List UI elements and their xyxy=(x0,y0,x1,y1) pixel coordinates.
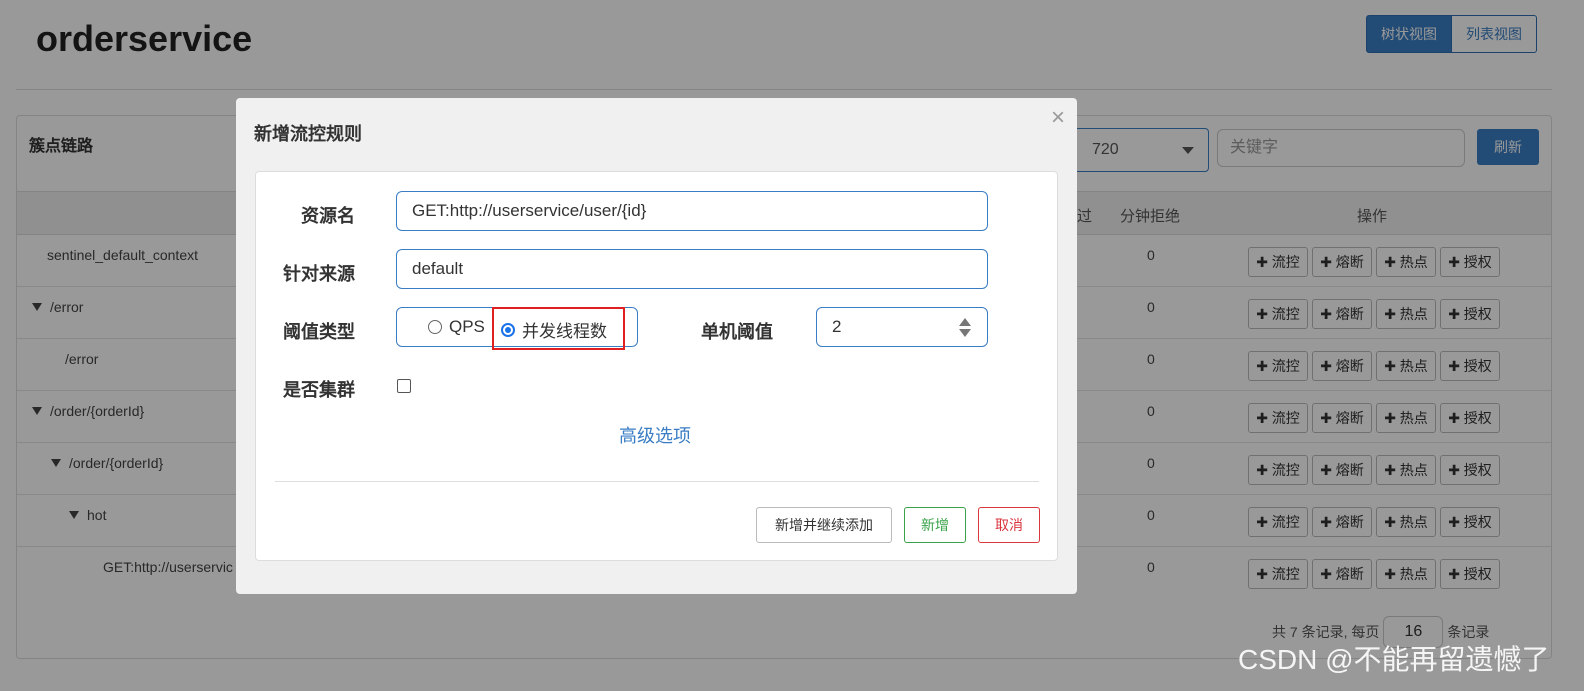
cluster-label: 是否集群 xyxy=(283,380,355,400)
resource-name-input[interactable]: GET:http://userservice/user/{id} xyxy=(396,191,988,231)
body-divider xyxy=(275,481,1039,482)
modal-body: 资源名 GET:http://userservice/user/{id} 针对来… xyxy=(255,171,1058,561)
origin-label: 针对来源 xyxy=(283,264,355,284)
add-flow-rule-modal: 新增流控规则 × 资源名 GET:http://userservice/user… xyxy=(236,98,1077,594)
radio-qps-label: QPS xyxy=(449,317,485,336)
cancel-button[interactable]: 取消 xyxy=(978,507,1040,543)
watermark: CSDN @不能再留遗憾了 xyxy=(1238,644,1550,675)
stepper-icon[interactable] xyxy=(959,318,971,337)
modal-title: 新增流控规则 xyxy=(254,124,362,144)
single-threshold-value: 2 xyxy=(832,317,842,336)
add-and-continue-button[interactable]: 新增并继续添加 xyxy=(756,507,892,543)
highlight-annotation-box xyxy=(492,307,625,350)
threshold-type-label: 阈值类型 xyxy=(283,322,355,342)
single-threshold-label: 单机阈值 xyxy=(701,322,773,342)
resource-name-label: 资源名 xyxy=(301,206,355,226)
origin-input[interactable]: default xyxy=(396,249,988,289)
close-icon[interactable]: × xyxy=(1051,104,1065,132)
cluster-checkbox[interactable] xyxy=(397,379,411,393)
single-threshold-input[interactable]: 2 xyxy=(816,307,988,347)
advanced-options-link[interactable]: 高级选项 xyxy=(619,422,691,448)
radio-qps[interactable]: QPS xyxy=(428,317,485,337)
add-button[interactable]: 新增 xyxy=(904,507,966,543)
radio-circle-icon[interactable] xyxy=(428,320,442,334)
